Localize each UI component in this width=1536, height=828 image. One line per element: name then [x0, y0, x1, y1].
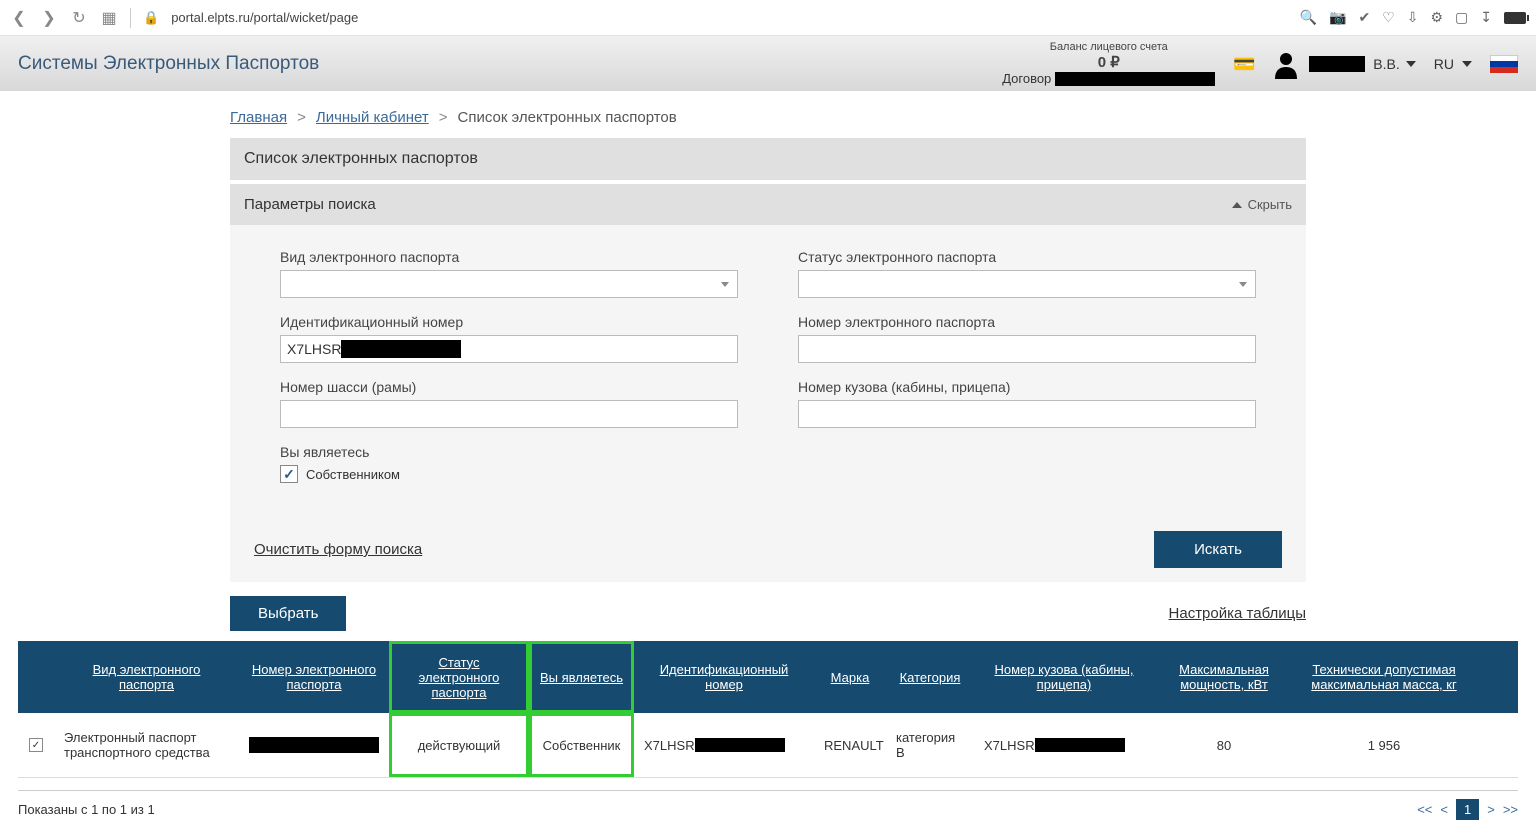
balance-label: Баланс лицевого счета	[1002, 41, 1215, 53]
avatar-icon	[1271, 49, 1301, 79]
search-form: Вид электронного паспорта Статус электро…	[230, 225, 1306, 517]
table-settings-link[interactable]: Настройка таблицы	[1169, 605, 1306, 622]
select-type[interactable]	[280, 270, 738, 298]
input-chassis[interactable]	[280, 400, 738, 428]
table-row[interactable]: ✓ Электронный паспорт транспортного сред…	[18, 713, 1518, 778]
chevron-up-icon	[1232, 202, 1242, 208]
form-actions: Очистить форму поиска Искать	[230, 517, 1306, 582]
td-power: 80	[1154, 726, 1294, 765]
balance-contract-block: Баланс лицевого счета 0 ₽ Договор	[1002, 41, 1215, 86]
apps-icon[interactable]: ▦	[100, 8, 118, 28]
shown-count: Показаны с 1 по 1 из 1	[18, 802, 155, 817]
input-epass-num[interactable]	[798, 335, 1256, 363]
breadcrumb-current: Список электронных паспортов	[457, 109, 676, 126]
th-mass[interactable]: Технически допустимая максимальная масса…	[1294, 641, 1474, 713]
downloads-icon[interactable]: ↧	[1480, 9, 1492, 26]
camera-icon[interactable]: 📷	[1329, 9, 1346, 26]
reload-icon[interactable]: ↻	[70, 8, 88, 28]
browser-chrome: ❮ ❯ ↻ ▦ 🔒 portal.elpts.ru/portal/wicket/…	[0, 0, 1536, 36]
forward-icon[interactable]: ❯	[40, 8, 58, 28]
shield-icon[interactable]: ✔	[1358, 9, 1370, 26]
th-category[interactable]: Категория	[886, 641, 974, 713]
td-body: X7LHSR	[974, 726, 1154, 765]
back-icon[interactable]: ❮	[10, 8, 28, 28]
chevron-down-icon	[1462, 61, 1472, 67]
breadcrumb: Главная > Личный кабинет > Список электр…	[0, 91, 1536, 138]
pager: << < 1 > >>	[1417, 799, 1518, 820]
search-params-header: Параметры поиска Скрыть	[230, 184, 1306, 225]
contract-label: Договор	[1002, 71, 1215, 86]
collapse-toggle[interactable]: Скрыть	[1232, 197, 1292, 212]
td-status: действующий	[389, 713, 529, 777]
user-menu[interactable]: В.В.	[1271, 49, 1415, 79]
th-body[interactable]: Номер кузова (кабины, прицепа)	[974, 641, 1154, 713]
label-type: Вид электронного паспорта	[280, 249, 738, 265]
chevron-down-icon	[1406, 61, 1416, 67]
input-id[interactable]: X7LHSR	[280, 335, 738, 363]
label-you-are: Вы являетесь	[280, 444, 738, 460]
td-type: Электронный паспорт транспортного средст…	[54, 718, 239, 772]
browser-right-icons: 🔍 📷 ✔ ♡ ⇩ ⚙ ▢ ↧	[1300, 9, 1526, 26]
pager-current: 1	[1456, 799, 1479, 820]
label-epass-num: Номер электронного паспорта	[798, 314, 1256, 330]
td-category: категория B	[886, 718, 974, 772]
flag-ru-icon	[1490, 55, 1518, 73]
td-checkbox[interactable]: ✓	[18, 726, 54, 764]
search-button[interactable]: Искать	[1154, 531, 1282, 568]
language-selector[interactable]: RU	[1434, 56, 1472, 72]
divider	[130, 8, 131, 28]
table-toolbar: Выбрать Настройка таблицы	[230, 596, 1306, 631]
table-header: Вид электронного паспорта Номер электрон…	[18, 641, 1518, 713]
label-id: Идентификационный номер	[280, 314, 738, 330]
th-checkbox	[18, 641, 54, 713]
download-icon[interactable]: ⇩	[1407, 9, 1419, 26]
balance-value: 0 ₽	[1002, 53, 1215, 71]
th-id[interactable]: Идентификационный номер	[634, 641, 814, 713]
td-num	[239, 725, 389, 765]
url-text[interactable]: portal.elpts.ru/portal/wicket/page	[171, 10, 358, 25]
td-you: Собственник	[529, 713, 634, 777]
pager-first[interactable]: <<	[1417, 802, 1432, 817]
th-brand[interactable]: Марка	[814, 641, 886, 713]
data-table: Вид электронного паспорта Номер электрон…	[18, 641, 1518, 778]
label-body: Номер кузова (кабины, прицепа)	[798, 379, 1256, 395]
checkbox-owner[interactable]: ✓	[280, 465, 298, 483]
table-footer: Показаны с 1 по 1 из 1 << < 1 > >>	[18, 790, 1518, 828]
user-redacted	[1309, 56, 1365, 72]
lock-icon: 🔒	[143, 10, 159, 26]
td-id: X7LHSR	[634, 726, 814, 765]
select-status[interactable]	[798, 270, 1256, 298]
th-type[interactable]: Вид электронного паспорта	[54, 641, 239, 713]
site-header: Системы Электронных Паспортов Баланс лиц…	[0, 36, 1536, 91]
heart-icon[interactable]: ♡	[1382, 9, 1395, 26]
site-title: Системы Электронных Паспортов	[18, 53, 319, 75]
input-body[interactable]	[798, 400, 1256, 428]
pager-prev[interactable]: <	[1440, 802, 1448, 817]
clear-form-link[interactable]: Очистить форму поиска	[254, 541, 422, 558]
label-chassis: Номер шасси (рамы)	[280, 379, 738, 395]
contract-redacted	[1055, 72, 1215, 86]
user-initials: В.В.	[1373, 56, 1399, 72]
breadcrumb-cabinet[interactable]: Личный кабинет	[316, 109, 429, 126]
select-button[interactable]: Выбрать	[230, 596, 346, 631]
cube-icon[interactable]: ▢	[1455, 9, 1468, 26]
wallet-icon[interactable]: 💳	[1233, 54, 1253, 74]
pager-last[interactable]: >>	[1503, 802, 1518, 817]
th-num[interactable]: Номер электронного паспорта	[239, 641, 389, 713]
th-status[interactable]: Статус электронного паспорта	[389, 641, 529, 713]
search-icon[interactable]: 🔍	[1300, 9, 1317, 26]
checkbox-owner-label: Собственником	[306, 467, 400, 482]
label-status: Статус электронного паспорта	[798, 249, 1256, 265]
breadcrumb-home[interactable]: Главная	[230, 109, 287, 126]
battery-icon	[1504, 12, 1526, 24]
td-brand: RENAULT	[814, 726, 886, 765]
th-you[interactable]: Вы являетесь	[529, 641, 634, 713]
extension-icon[interactable]: ⚙	[1430, 9, 1443, 26]
th-power[interactable]: Максимальная мощность, кВт	[1154, 641, 1294, 713]
pager-next[interactable]: >	[1487, 802, 1495, 817]
panel-title: Список электронных паспортов	[230, 138, 1306, 180]
td-mass: 1 956	[1294, 726, 1474, 765]
